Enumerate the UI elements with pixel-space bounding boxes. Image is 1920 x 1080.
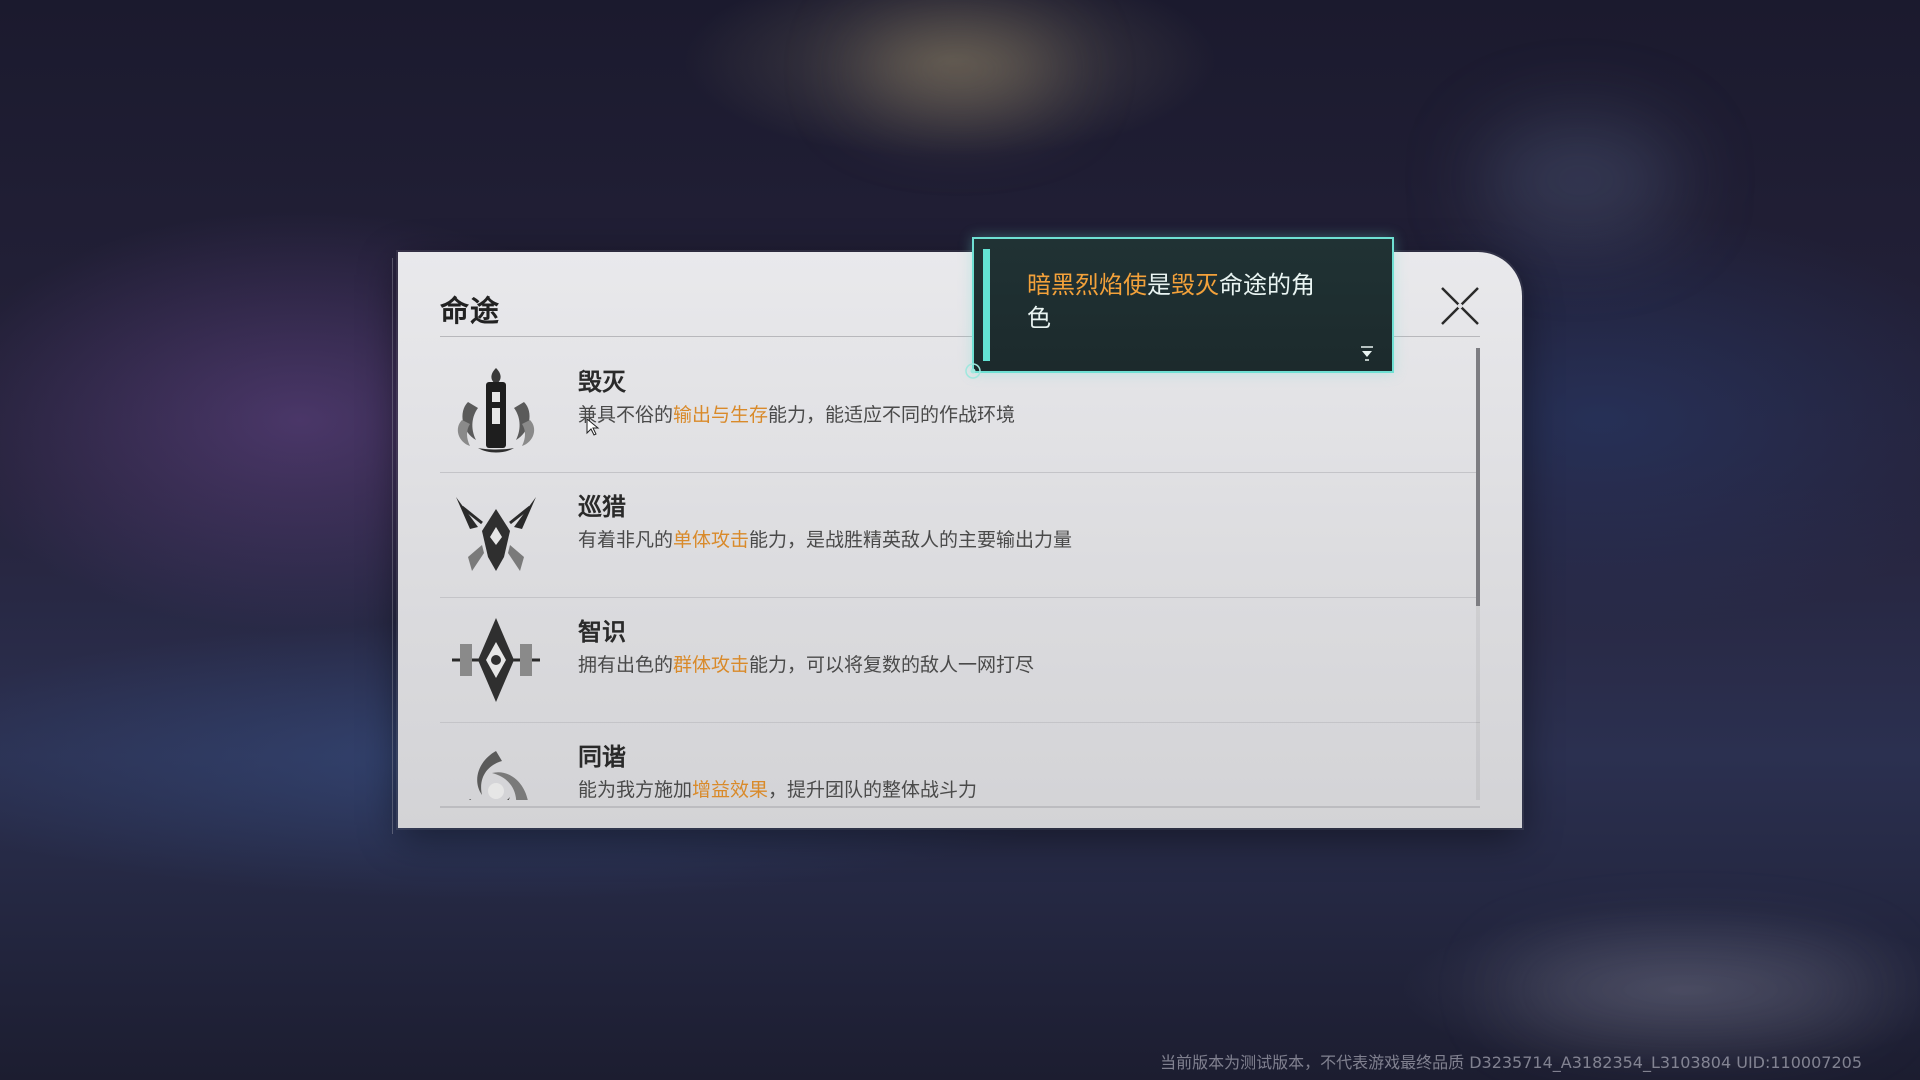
scrollbar-thumb[interactable] (1476, 348, 1480, 606)
path-description: 拥有出色的群体攻击能力，可以将复数的敌人一网打尽 (578, 654, 1035, 676)
paths-list[interactable]: 毁灭 兼具不俗的输出与生存能力，能适应不同的作战环境 巡猎 有着非凡的单体攻击能… (440, 348, 1480, 800)
mouse-cursor-icon (586, 418, 600, 436)
path-name: 同谐 (578, 743, 626, 771)
background-glow (1480, 120, 1680, 240)
highlight-text: 单体攻击 (673, 529, 750, 551)
close-button[interactable] (1438, 284, 1482, 328)
background-glow (860, 30, 1060, 110)
tooltip-text: 暗黑烈焰使是毁灭命途的角色 (1027, 271, 1315, 332)
highlight-text: 群体攻击 (673, 654, 750, 676)
highlight-text: 输出与生存 (673, 404, 769, 426)
path-description: 兼具不俗的输出与生存能力，能适应不同的作战环境 (578, 404, 1016, 426)
tooltip-accent-bar (983, 249, 990, 361)
version-watermark: 当前版本为测试版本，不代表游戏最终品质 D3235714_A3182354_L3… (1160, 1053, 1862, 1072)
scrollbar[interactable] (1476, 348, 1480, 800)
background-glow (1500, 950, 1880, 1030)
path-name: 智识 (578, 618, 626, 646)
tooltip-character-name: 暗黑烈焰使 (1027, 271, 1147, 299)
expand-arrow-icon (1361, 346, 1373, 361)
hunt-emblem-icon (456, 497, 536, 571)
highlight-text: 增益效果 (692, 779, 769, 800)
panel-title: 命途 (440, 294, 501, 328)
erudition-emblem-icon (452, 618, 540, 702)
tooltip-path-name: 毁灭 (1171, 271, 1219, 299)
list-item[interactable]: 同谐 能为我方施加增益效果，提升团队的整体战斗力 (440, 723, 1480, 800)
harmony-emblem-icon (469, 751, 528, 800)
tooltip-anchor-icon (965, 363, 981, 379)
character-tooltip: 暗黑烈焰使是毁灭命途的角色 (972, 237, 1394, 373)
list-item[interactable]: 巡猎 有着非凡的单体攻击能力，是战胜精英敌人的主要输出力量 (440, 473, 1480, 598)
close-icon (1441, 287, 1479, 325)
path-name: 巡猎 (578, 493, 626, 521)
list-bottom-divider (440, 806, 1480, 808)
path-name: 毁灭 (578, 368, 626, 396)
destruction-emblem-icon (457, 368, 535, 453)
path-description: 能为我方施加增益效果，提升团队的整体战斗力 (578, 779, 978, 800)
list-item[interactable]: 智识 拥有出色的群体攻击能力，可以将复数的敌人一网打尽 (440, 598, 1480, 723)
path-description: 有着非凡的单体攻击能力，是战胜精英敌人的主要输出力量 (578, 529, 1073, 551)
